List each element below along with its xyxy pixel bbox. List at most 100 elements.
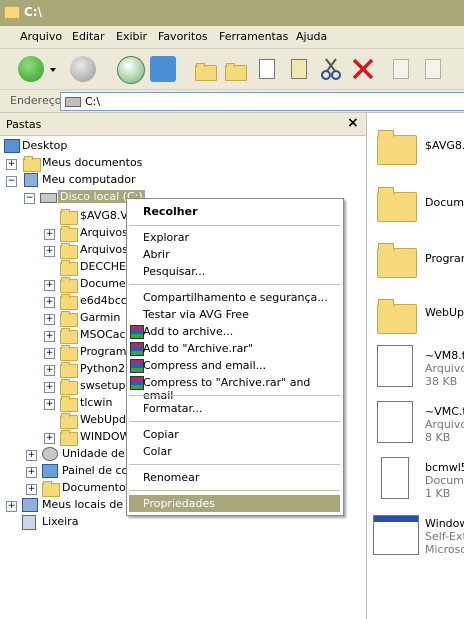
menu-item-add-archive[interactable]: Add to archive...: [143, 325, 233, 338]
computer-icon: [24, 173, 38, 187]
folder-icon: [60, 328, 78, 344]
winrar-icon: [130, 325, 144, 339]
folder-icon: [377, 187, 417, 222]
collapse-icon[interactable]: −: [6, 176, 17, 187]
back-dropdown-icon[interactable]: [48, 56, 58, 82]
folders-pane-header: Pastas ×: [0, 113, 366, 136]
menu-item-search[interactable]: Pesquisar...: [143, 265, 205, 278]
menu-ajuda[interactable]: Ajuda: [296, 30, 327, 43]
refresh-icon[interactable]: [150, 56, 176, 82]
menu-item-open[interactable]: Abrir: [143, 248, 170, 261]
title-bar: C:\: [0, 0, 464, 26]
back-icon[interactable]: [18, 56, 44, 82]
folder-icon: [60, 209, 78, 225]
menu-separator: [129, 225, 340, 226]
folder-icon: [60, 379, 78, 395]
winrar-icon: [130, 342, 144, 356]
desktop-icon: [4, 139, 20, 153]
expand-icon[interactable]: +: [44, 348, 55, 359]
cd-drive-icon: [42, 447, 58, 461]
copy-to-folder-icon[interactable]: [420, 56, 446, 82]
drive-icon: [65, 97, 81, 107]
menu-item-sharing[interactable]: Compartilhamento e segurança...: [143, 291, 328, 304]
control-panel-icon: [42, 464, 58, 478]
address-input[interactable]: C:\: [60, 92, 464, 111]
up-folder-icon[interactable]: [192, 56, 218, 82]
menu-item-copy[interactable]: Copiar: [143, 428, 179, 441]
menu-editar[interactable]: Editar: [72, 30, 105, 43]
drive-icon: [40, 193, 57, 203]
pane-close-button[interactable]: ×: [347, 115, 359, 131]
forward-icon[interactable]: [70, 56, 96, 82]
menu-arquivo[interactable]: Arquivo: [20, 30, 62, 43]
folder-icon: [377, 130, 417, 165]
menu-item-explore[interactable]: Explorar: [143, 231, 189, 244]
cut-icon[interactable]: [318, 56, 344, 82]
context-menu: Recolher Explorar Abrir Pesquisar... Com…: [126, 198, 344, 516]
file-icon: [377, 401, 413, 443]
copy-to-icon[interactable]: [254, 56, 280, 82]
move-to-icon[interactable]: [388, 56, 414, 82]
folder-icon: [60, 226, 78, 242]
expand-icon[interactable]: +: [26, 450, 37, 461]
delete-icon[interactable]: [350, 56, 376, 82]
menu-separator: [129, 421, 340, 422]
menu-exibir[interactable]: Exibir: [116, 30, 147, 43]
expand-icon[interactable]: +: [44, 314, 55, 325]
expand-icon[interactable]: +: [44, 382, 55, 393]
expand-icon[interactable]: +: [44, 280, 55, 291]
expand-icon[interactable]: +: [44, 399, 55, 410]
recycle-bin-icon: [22, 515, 36, 530]
expand-icon[interactable]: +: [44, 433, 55, 444]
expand-icon[interactable]: +: [6, 159, 17, 170]
expand-icon[interactable]: +: [44, 331, 55, 342]
menu-item-paste[interactable]: Colar: [143, 445, 172, 458]
folder-icon: [60, 243, 78, 259]
menu-separator: [129, 490, 340, 491]
folder-icon: [60, 311, 78, 327]
winrar-icon: [130, 359, 144, 373]
text-file-icon: [381, 457, 409, 499]
menu-item-add-archive-rar[interactable]: Add to "Archive.rar": [143, 342, 253, 355]
file-icon: [377, 345, 413, 387]
folder-icon: [60, 430, 78, 446]
menu-item-avg-scan[interactable]: Testar via AVG Free: [143, 308, 249, 321]
folder-icon: [4, 6, 20, 19]
folder-icon: [60, 277, 78, 293]
menu-item-collapse[interactable]: Recolher: [143, 205, 198, 218]
folder-icon: [60, 294, 78, 310]
menu-item-rename[interactable]: Renomear: [143, 471, 199, 484]
menu-item-properties[interactable]: Propriedades: [143, 497, 215, 510]
expand-icon[interactable]: +: [6, 501, 17, 512]
expand-icon[interactable]: +: [44, 297, 55, 308]
paste-icon[interactable]: [286, 56, 312, 82]
folder-icon: [60, 413, 78, 429]
folder-icon: [377, 299, 417, 334]
menu-item-compress-email[interactable]: Compress and email...: [143, 359, 266, 372]
expand-icon[interactable]: +: [26, 484, 37, 495]
menu-ferramentas[interactable]: Ferramentas: [219, 30, 288, 43]
menu-favoritos[interactable]: Favoritos: [158, 30, 208, 43]
menu-separator: [129, 284, 340, 285]
folder-icon: [60, 345, 78, 361]
folder-icon: [60, 396, 78, 412]
folder-icon: [377, 243, 417, 278]
window-icon: [373, 515, 419, 555]
winrar-icon: [130, 376, 144, 390]
expand-icon[interactable]: +: [44, 229, 55, 240]
menu-item-format[interactable]: Formatar...: [143, 402, 203, 415]
folder-icon: [60, 362, 78, 378]
expand-icon[interactable]: +: [44, 246, 55, 257]
toolbar: [0, 49, 464, 90]
window-title: C:\: [24, 5, 42, 19]
address-label: Endereço: [10, 94, 62, 107]
expand-icon[interactable]: +: [44, 365, 55, 376]
menu-item-compress-rar-email[interactable]: Compress to "Archive.rar" and email: [143, 376, 343, 402]
folders-icon[interactable]: [222, 56, 248, 82]
expand-icon[interactable]: +: [26, 467, 37, 478]
collapse-icon[interactable]: −: [24, 193, 35, 204]
menu-separator: [129, 395, 340, 396]
stop-icon[interactable]: [117, 56, 145, 84]
menu-bar: Arquivo Editar Exibir Favoritos Ferramen…: [0, 26, 464, 49]
file-list: $AVG8.V Docume Program WebUpd ~VM8.tr Ar…: [367, 113, 464, 619]
